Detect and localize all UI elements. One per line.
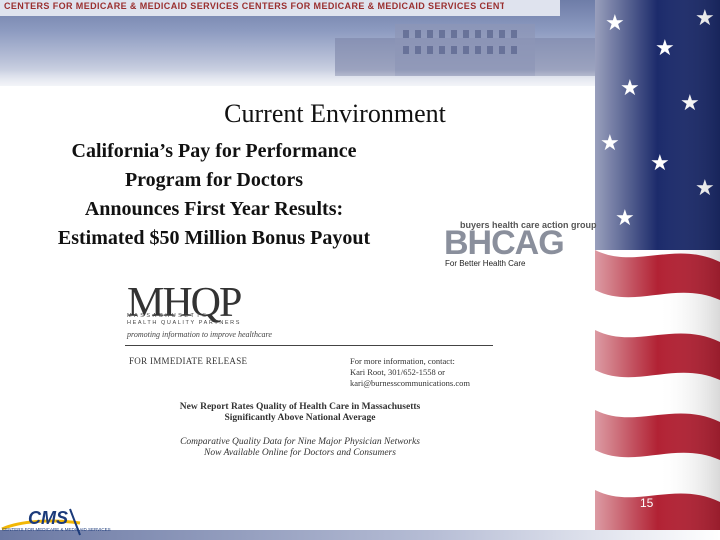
contact-line: For more information, contact: <box>350 356 455 366</box>
banner-text: CENTERS FOR MEDICARE & MEDICAID SERVICES… <box>4 1 504 11</box>
cms-logo-text: CMS <box>28 508 68 528</box>
mhqp-logo-line1: MASSACHUSETTS <box>127 313 209 319</box>
headline-line: Announces First Year Results: <box>84 198 344 220</box>
american-flag-image: ★ ★ ★ ★ ★ ★ ★ ★ ★ <box>595 0 720 540</box>
divider <box>125 345 493 346</box>
press-release: MHQP MASSACHUSETTS HEALTH QUALITY PARTNE… <box>115 275 515 475</box>
contact-line: Kari Root, 301/652-1558 or <box>350 367 445 377</box>
comparative-line: Now Available Online for Doctors and Con… <box>204 448 396 458</box>
headline-line: California’s Pay for Performance <box>71 140 357 162</box>
mhqp-logo-line2: HEALTH QUALITY PARTNERS <box>127 320 242 326</box>
headline-line: Estimated $50 Million Bonus Payout <box>57 227 371 249</box>
report-heading: New Report Rates Quality of Health Care … <box>155 402 445 424</box>
headline: California’s Pay for Performance Program… <box>14 137 414 253</box>
bhcag-logo-tagline: For Better Health Care <box>445 259 526 268</box>
bhcag-logo-subtitle: buyers health care action group <box>460 220 597 230</box>
comparative-line: Comparative Quality Data for Nine Major … <box>180 437 420 447</box>
cms-logo-subtitle: CENTERS FOR MEDICARE & MEDICAID SERVICES <box>2 527 111 532</box>
building-image <box>335 24 595 76</box>
slide-title: Current Environment <box>224 99 446 128</box>
mhqp-tagline: promoting information to improve healthc… <box>127 330 272 339</box>
banner-strip: CENTERS FOR MEDICARE & MEDICAID SERVICES… <box>0 0 560 16</box>
headline-line: Program for Doctors <box>124 169 304 191</box>
page-number: 15 <box>640 496 654 510</box>
bhcag-logo: BHCAG buyers health care action group Fo… <box>444 220 604 270</box>
contact-line: kari@burnesscommunications.com <box>350 378 470 388</box>
cms-logo: CMS CENTERS FOR MEDICARE & MEDICAID SERV… <box>0 505 111 540</box>
release-label: FOR IMMEDIATE RELEASE <box>129 356 248 366</box>
contact-info: For more information, contact: Kari Root… <box>350 356 470 389</box>
comparative-heading: Comparative Quality Data for Nine Major … <box>155 437 445 459</box>
report-line: New Report Rates Quality of Health Care … <box>179 402 421 412</box>
report-line: Significantly Above National Average <box>224 413 376 423</box>
